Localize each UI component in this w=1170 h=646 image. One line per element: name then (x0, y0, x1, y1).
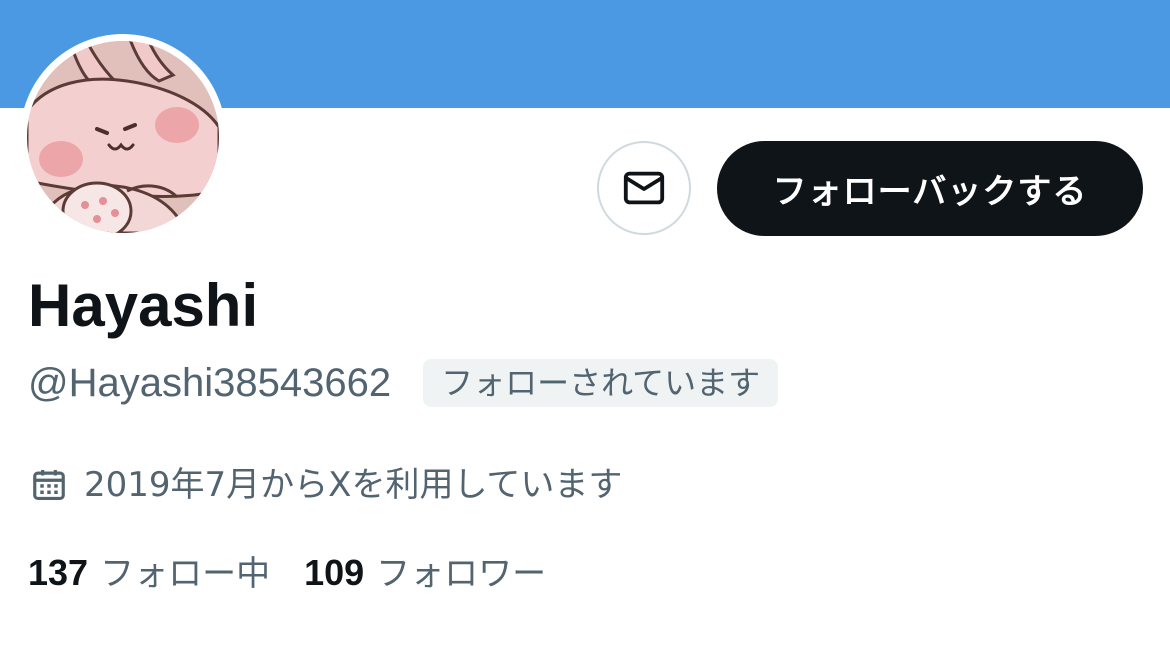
calendar-icon (33, 469, 65, 501)
following-link[interactable]: 137 フォロー中 (28, 546, 270, 595)
handle-row: @Hayashi38543662 フォローされています (28, 358, 779, 408)
following-label: フォロー中 (100, 553, 271, 594)
follow-back-button[interactable]: フォローバックする (717, 141, 1143, 236)
mail-icon (623, 171, 665, 205)
message-button[interactable] (597, 141, 691, 235)
followers-label: フォロワー (376, 553, 547, 594)
following-count: 137 (28, 551, 89, 593)
avatar-illustration (27, 41, 219, 233)
follow-stats: 137 フォロー中 109 フォロワー (28, 546, 546, 594)
display-name: Hayashi (28, 272, 259, 339)
user-handle: @Hayashi38543662 (28, 361, 392, 405)
joined-date-text: 2019年7月からXを利用しています (84, 465, 623, 505)
followers-count: 109 (304, 551, 365, 593)
avatar[interactable] (27, 41, 219, 233)
followers-link[interactable]: 109 フォロワー (304, 546, 546, 595)
profile-page: フォローバックする Hayashi @Hayashi38543662 フォローさ… (0, 0, 1170, 646)
joined-date-row: 2019年7月からXを利用しています (30, 462, 622, 508)
follows-you-badge: フォローされています (423, 359, 779, 407)
